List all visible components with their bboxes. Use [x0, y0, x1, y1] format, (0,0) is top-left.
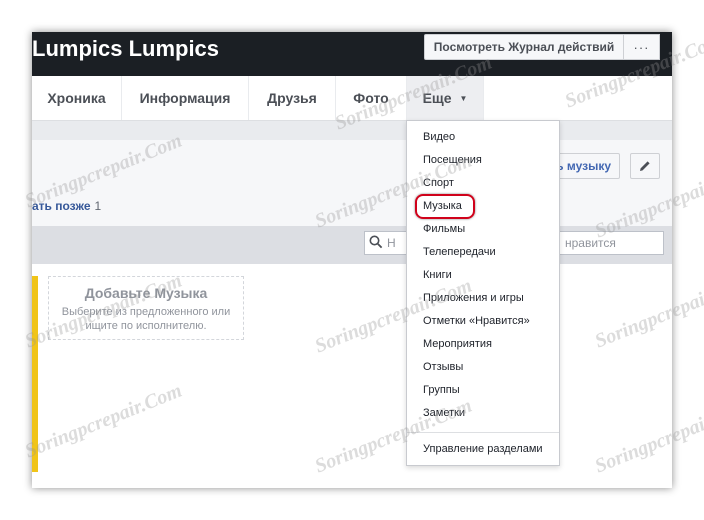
menu-item-apps-games[interactable]: Приложения и игры [423, 292, 524, 304]
nav-separator [483, 76, 484, 120]
search-placeholder-left: Н [387, 236, 396, 250]
watch-later-count: 1 [94, 199, 102, 213]
tab-friends[interactable]: Друзья [249, 76, 335, 120]
tab-more[interactable]: Еще ▼ [407, 76, 483, 120]
menu-item-sports[interactable]: Спорт [423, 177, 454, 189]
album-cover-thumbnail[interactable] [32, 276, 38, 472]
add-music-title: Добавьте Музыка [84, 285, 208, 301]
tab-more-label: Еще [422, 90, 452, 106]
menu-item-books[interactable]: Книги [423, 269, 452, 281]
music-section-header: ать позже 1 ь музыку [32, 140, 672, 227]
watch-later-label: ать позже [32, 199, 91, 213]
tab-timeline[interactable]: Хроника [32, 76, 121, 120]
caret-down-icon: ▼ [459, 93, 468, 103]
menu-item-likes[interactable]: Отметки «Нравится» [423, 315, 530, 327]
tab-about[interactable]: Информация [122, 76, 248, 120]
facebook-profile-window: Lumpics Lumpics Посмотреть Журнал действ… [32, 32, 672, 488]
menu-item-notes[interactable]: Заметки [423, 407, 465, 419]
add-music-description: Выберите из предложенного или ищите по и… [61, 306, 231, 332]
view-activity-log-button[interactable]: Посмотреть Журнал действий [424, 34, 624, 60]
menu-item-video[interactable]: Видео [423, 131, 455, 143]
music-highlight-annotation [415, 194, 475, 219]
more-dropdown-menu: Видео Посещения Спорт Музыка Фильмы Теле… [406, 120, 560, 466]
add-music-card[interactable]: Добавьте Музыка Выберите из предложенног… [48, 276, 244, 340]
pencil-icon [640, 161, 650, 171]
menu-item-groups[interactable]: Группы [423, 384, 460, 396]
menu-item-movies[interactable]: Фильмы [423, 223, 465, 235]
tab-photos[interactable]: Фото [336, 76, 406, 120]
menu-item-manage-sections[interactable]: Управление разделами [423, 443, 543, 455]
filter-bar: Н нравится [32, 226, 672, 265]
edit-section-button[interactable] [630, 153, 660, 179]
more-actions-button[interactable]: ··· [624, 34, 660, 60]
menu-item-reviews[interactable]: Отзывы [423, 361, 463, 373]
watch-later-link[interactable]: ать позже 1 [32, 199, 101, 213]
profile-cover: Lumpics Lumpics Посмотреть Журнал действ… [32, 32, 672, 76]
search-placeholder-right: нравится [565, 236, 616, 250]
menu-item-tv-shows[interactable]: Телепередачи [423, 246, 496, 258]
search-icon [369, 235, 383, 249]
profile-name[interactable]: Lumpics Lumpics [32, 36, 219, 62]
music-content: Добавьте Музыка Выберите из предложенног… [32, 264, 672, 488]
profile-nav: Хроника Информация Друзья Фото Еще ▼ [32, 76, 672, 121]
menu-divider [407, 432, 559, 433]
menu-item-events[interactable]: Мероприятия [423, 338, 492, 350]
menu-item-checkins[interactable]: Посещения [423, 154, 482, 166]
